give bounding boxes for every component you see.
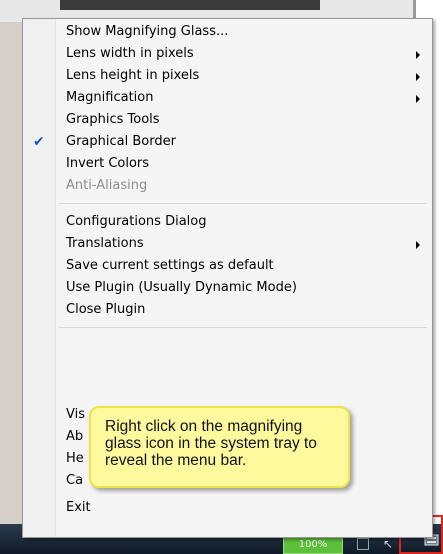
menu-item-lens-width[interactable]: Lens width in pixels (25, 43, 430, 65)
submenu-arrow-icon (416, 51, 420, 59)
menu-item-show-magnifying-glass[interactable]: Show Magnifying Glass... (25, 21, 430, 43)
menu-item-exit[interactable]: Exit (25, 497, 430, 519)
menu-item-magnification[interactable]: Magnification (25, 87, 430, 109)
menu-item-label: Lens height in pixels (66, 68, 200, 83)
menu-separator (59, 327, 427, 328)
checkmark-icon: ✔ (33, 134, 45, 150)
menu-item-label: Exit (66, 500, 91, 515)
menu-item-lens-height[interactable]: Lens height in pixels (25, 65, 430, 87)
menu-item-label: Show Magnifying Glass... (66, 24, 229, 39)
menu-item-label: Use Plugin (Usually Dynamic Mode) (66, 280, 297, 295)
zoom-level-badge[interactable]: 100% (283, 536, 343, 554)
menu-item-label: Save current settings as default (66, 258, 274, 273)
menu-item-invert-colors[interactable]: Invert Colors (25, 153, 430, 175)
menu-item-graphics-tools[interactable]: Graphics Tools (25, 109, 430, 131)
menu-item-label: Translations (66, 236, 144, 251)
submenu-arrow-icon (416, 73, 420, 81)
menu-item-label: Invert Colors (66, 156, 150, 171)
menu-item-label: Magnification (66, 90, 154, 105)
menu-item-label: Configurations Dialog (66, 214, 207, 229)
menu-item-configurations-dialog[interactable]: Configurations Dialog (25, 211, 430, 233)
menu-item-label: He (66, 451, 84, 466)
menu-item-save-settings[interactable]: Save current settings as default (25, 255, 430, 277)
menu-item-use-plugin[interactable]: Use Plugin (Usually Dynamic Mode) (25, 277, 430, 299)
menu-item-label: Ca (66, 473, 84, 488)
menu-item-label: Graphical Border (66, 134, 176, 149)
menu-item-translations[interactable]: Translations (25, 233, 430, 255)
background-dark-bar (60, 0, 320, 10)
menu-item-label: Close Plugin (66, 302, 146, 317)
submenu-arrow-icon (416, 95, 420, 103)
menu-item-label: Anti-Aliasing (66, 178, 148, 193)
tray-arrow-icon[interactable]: ↖ (383, 537, 393, 551)
menu-item-anti-aliasing: Anti-Aliasing (25, 175, 430, 197)
menu-separator (59, 203, 427, 204)
instruction-callout: Right click on the magnifying glass icon… (89, 406, 350, 488)
menu-item-label: Vis (66, 407, 85, 422)
callout-text: Right click on the magnifying glass icon… (105, 418, 317, 469)
menu-item-close-plugin[interactable]: Close Plugin (25, 299, 430, 321)
menu-item-graphical-border[interactable]: ✔ Graphical Border (25, 131, 430, 153)
submenu-arrow-icon (416, 241, 420, 249)
tray-window-icon[interactable] (357, 538, 369, 550)
menu-item-label: Graphics Tools (66, 112, 160, 127)
menu-item-label: Ab (66, 429, 84, 444)
menu-item-label: Lens width in pixels (66, 46, 194, 61)
